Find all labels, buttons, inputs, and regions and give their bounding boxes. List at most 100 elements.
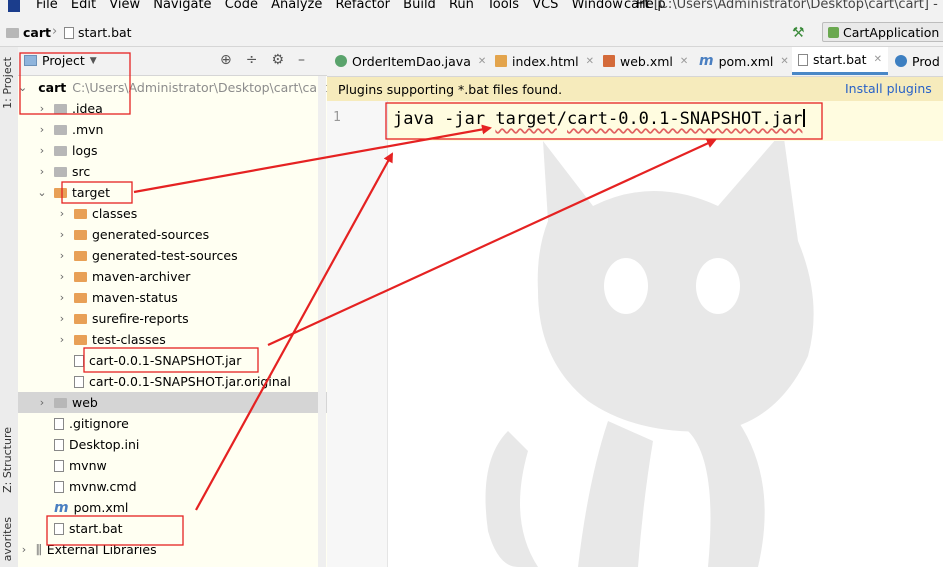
tree-item-generated-sources[interactable]: › generated-sources bbox=[18, 224, 327, 245]
build-hammer-icon[interactable]: ⚒ bbox=[792, 25, 805, 41]
tree-item-classes[interactable]: › classes bbox=[18, 203, 327, 224]
menu-window[interactable]: Window bbox=[572, 0, 623, 12]
unknown-file-icon bbox=[74, 375, 84, 388]
breadcrumb-file-label: start.bat bbox=[78, 25, 132, 40]
chevron-right-icon[interactable]: › bbox=[56, 249, 68, 262]
collapse-all-icon[interactable]: ÷ bbox=[246, 52, 258, 68]
hide-panel-icon[interactable]: – bbox=[298, 52, 305, 68]
tree-item-snapshot-jar[interactable]: cart-0.0.1-SNAPSHOT.jar bbox=[18, 350, 327, 371]
folder-icon bbox=[74, 292, 87, 303]
tree-item-label: logs bbox=[72, 143, 98, 158]
favorites-tool-tab[interactable]: avorites bbox=[1, 517, 17, 561]
tab-prod[interactable]: Prod bbox=[889, 47, 943, 75]
chevron-right-icon[interactable]: › bbox=[56, 312, 68, 325]
chevron-down-icon[interactable]: ⌄ bbox=[36, 186, 48, 199]
project-tool-tab[interactable]: 1: Project bbox=[1, 57, 17, 109]
tree-item-label: pom.xml bbox=[73, 500, 129, 515]
plugin-notification-bar: Plugins supporting *.bat files found. In… bbox=[327, 77, 943, 101]
tree-item-desktop-ini[interactable]: Desktop.ini bbox=[18, 434, 327, 455]
folder-icon bbox=[54, 124, 67, 135]
tree-item-src[interactable]: › src bbox=[18, 161, 327, 182]
menu-refactor[interactable]: Refactor bbox=[335, 0, 390, 12]
chevron-right-icon[interactable]: › bbox=[36, 144, 48, 157]
project-panel-header: Project ▼ ⊕ ÷ ⚙ – bbox=[18, 47, 327, 76]
menu-run[interactable]: Run bbox=[449, 0, 474, 12]
structure-tool-tab[interactable]: Z: Structure bbox=[1, 427, 17, 493]
code-target-dir: target bbox=[495, 109, 557, 129]
tree-root[interactable]: ⌄ cart C:\Users\Administrator\Desktop\ca… bbox=[18, 77, 327, 98]
tree-item-gitignore[interactable]: .gitignore bbox=[18, 413, 327, 434]
tree-item-mvn[interactable]: › .mvn bbox=[18, 119, 327, 140]
menu-view[interactable]: View bbox=[109, 0, 140, 12]
chevron-right-icon[interactable]: › bbox=[56, 207, 68, 220]
folder-icon bbox=[74, 229, 87, 240]
menu-navigate[interactable]: Navigate bbox=[153, 0, 211, 12]
jar-file-icon bbox=[74, 354, 84, 367]
tree-item-maven-archiver[interactable]: › maven-archiver bbox=[18, 266, 327, 287]
install-plugins-link[interactable]: Install plugins bbox=[845, 81, 932, 96]
tab-orderitemdao-java[interactable]: OrderItemDao.java ✕ bbox=[329, 47, 492, 75]
menu-vcs[interactable]: VCS bbox=[532, 0, 558, 12]
tree-item-generated-test-sources[interactable]: › generated-test-sources bbox=[18, 245, 327, 266]
tab-start-bat[interactable]: start.bat ✕ bbox=[792, 47, 888, 75]
chevron-right-icon[interactable]: › bbox=[36, 102, 48, 115]
chevron-right-icon[interactable]: › bbox=[36, 165, 48, 178]
menu-edit[interactable]: Edit bbox=[71, 0, 96, 12]
menu-build[interactable]: Build bbox=[403, 0, 436, 12]
tab-label: Prod bbox=[912, 53, 940, 69]
background-cat-watermark bbox=[485, 131, 814, 567]
bat-file-icon bbox=[798, 53, 808, 66]
editor-tab-bar: OrderItemDao.java ✕ index.html ✕ web.xml… bbox=[327, 47, 943, 77]
tree-item-mvnw[interactable]: mvnw bbox=[18, 455, 327, 476]
tree-item-idea[interactable]: › .idea bbox=[18, 98, 327, 119]
tree-item-maven-status[interactable]: › maven-status bbox=[18, 287, 327, 308]
tree-item-label: cart-0.0.1-SNAPSHOT.jar.original bbox=[89, 374, 291, 389]
tree-scrollbar[interactable] bbox=[318, 76, 326, 567]
close-icon[interactable]: ✕ bbox=[780, 56, 788, 67]
tree-item-target[interactable]: ⌄ target bbox=[18, 182, 327, 203]
tab-web-xml[interactable]: web.xml ✕ bbox=[597, 47, 694, 75]
chevron-right-icon[interactable]: › bbox=[56, 270, 68, 283]
close-icon[interactable]: ✕ bbox=[874, 54, 882, 65]
tree-item-test-classes[interactable]: › test-classes bbox=[18, 329, 327, 350]
tab-pom-xml[interactable]: m pom.xml ✕ bbox=[693, 47, 795, 75]
menu-tools[interactable]: Tools bbox=[487, 0, 519, 12]
breadcrumb-separator-icon: › bbox=[52, 24, 58, 39]
chevron-down-icon[interactable]: ⌄ bbox=[18, 81, 27, 94]
code-editor[interactable]: java -jar target/cart-0.0.1-SNAPSHOT.jar bbox=[388, 101, 943, 567]
tab-index-html[interactable]: index.html ✕ bbox=[489, 47, 600, 75]
tree-item-mvnw-cmd[interactable]: mvnw.cmd bbox=[18, 476, 327, 497]
menu-code[interactable]: Code bbox=[225, 0, 258, 12]
tree-item-logs[interactable]: › logs bbox=[18, 140, 327, 161]
chevron-right-icon[interactable]: › bbox=[56, 291, 68, 304]
locate-file-icon[interactable]: ⊕ bbox=[220, 52, 232, 68]
close-icon[interactable]: ✕ bbox=[478, 56, 486, 67]
window-title-project: cart bbox=[624, 0, 650, 12]
close-icon[interactable]: ✕ bbox=[680, 56, 688, 67]
tree-item-start-bat[interactable]: start.bat bbox=[18, 518, 327, 539]
chevron-right-icon[interactable]: › bbox=[18, 543, 30, 556]
tree-item-label: External Libraries bbox=[46, 542, 157, 557]
tree-item-surefire-reports[interactable]: › surefire-reports bbox=[18, 308, 327, 329]
run-configuration-selector[interactable]: CartApplication bbox=[822, 22, 943, 42]
tree-item-external-libraries[interactable]: › ⫼ External Libraries bbox=[18, 539, 327, 560]
tree-item-snapshot-jar-original[interactable]: cart-0.0.1-SNAPSHOT.jar.original bbox=[18, 371, 327, 392]
chevron-right-icon[interactable]: › bbox=[36, 123, 48, 136]
menu-file[interactable]: File bbox=[36, 0, 58, 12]
breadcrumb-project-label: cart bbox=[23, 25, 51, 40]
chevron-right-icon[interactable]: › bbox=[56, 333, 68, 346]
text-file-icon bbox=[54, 480, 64, 493]
gear-icon[interactable]: ⚙ bbox=[271, 52, 284, 68]
project-view-dropdown[interactable]: Project ▼ bbox=[24, 53, 97, 68]
tree-item-pom-xml[interactable]: m pom.xml bbox=[18, 497, 327, 518]
menu-analyze[interactable]: Analyze bbox=[271, 0, 322, 12]
breadcrumb-project[interactable]: cart bbox=[6, 25, 51, 40]
run-configuration-label: CartApplication bbox=[843, 24, 940, 40]
menu-items: File Edit View Navigate Code Analyze Ref… bbox=[36, 0, 675, 12]
code-line[interactable]: java -jar target/cart-0.0.1-SNAPSHOT.jar bbox=[393, 109, 806, 129]
breadcrumb-file[interactable]: start.bat bbox=[64, 25, 132, 40]
chevron-right-icon[interactable]: › bbox=[36, 396, 48, 409]
close-icon[interactable]: ✕ bbox=[586, 56, 594, 67]
chevron-right-icon[interactable]: › bbox=[56, 228, 68, 241]
tree-item-web[interactable]: › web bbox=[18, 392, 327, 413]
